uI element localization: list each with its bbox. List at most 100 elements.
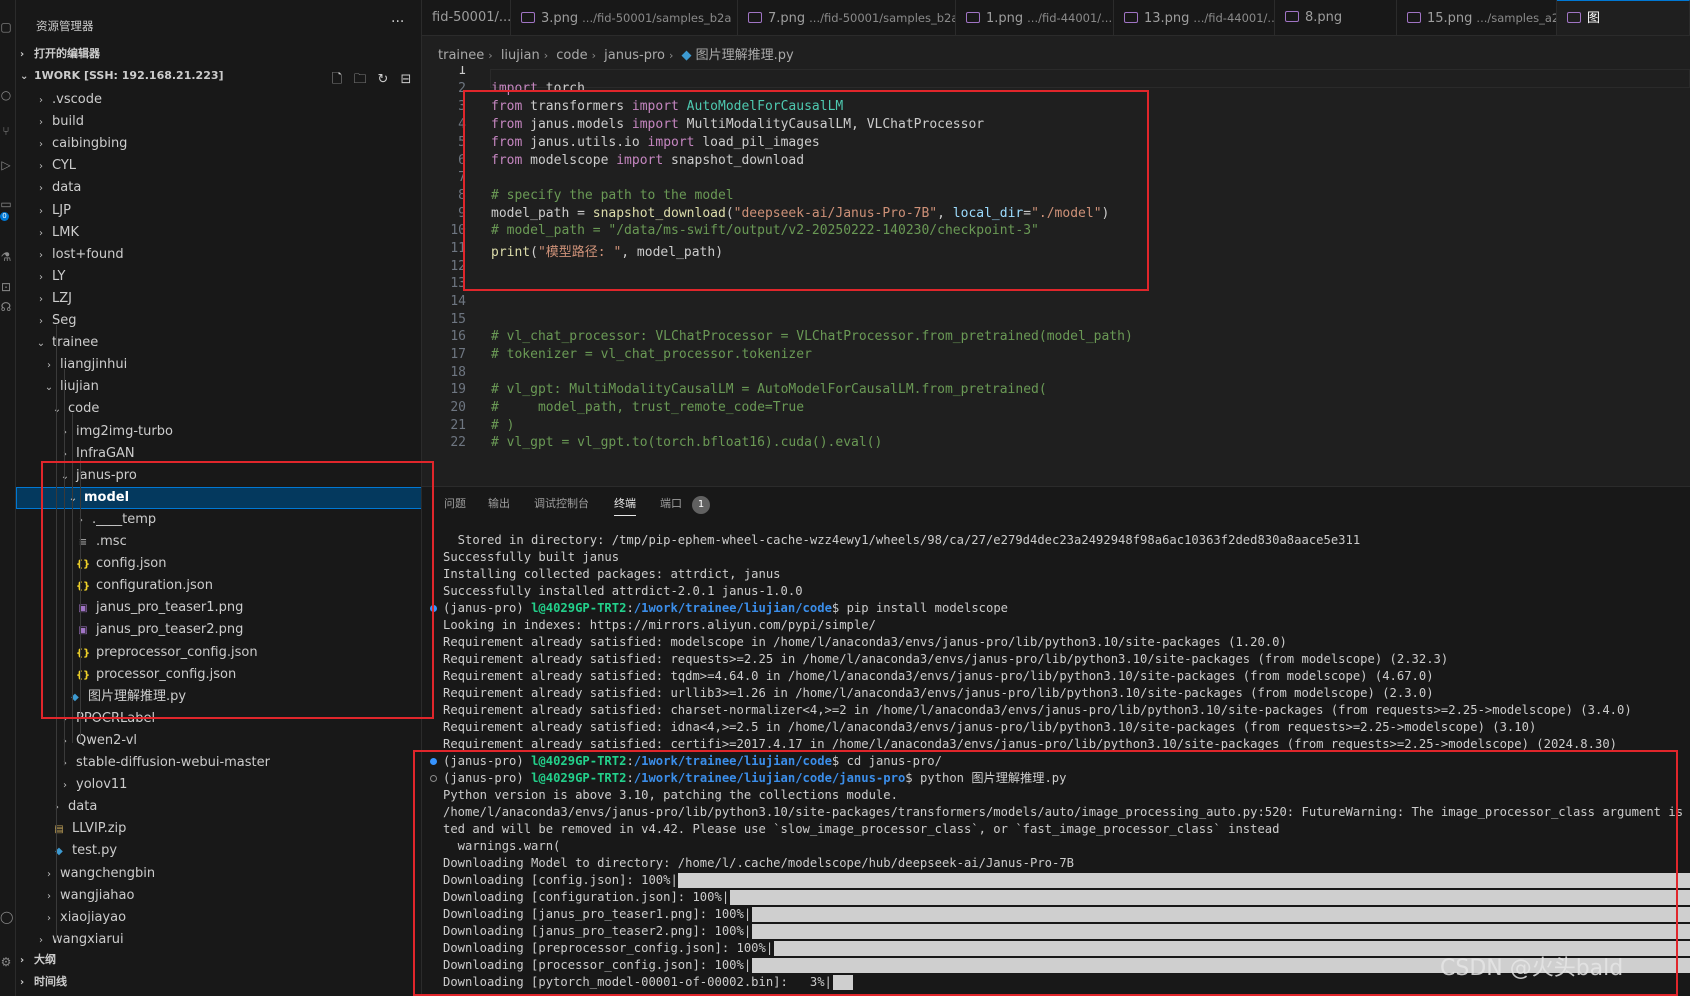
tab-output[interactable]: 输出 — [488, 495, 510, 511]
refresh-icon[interactable]: ↻ — [374, 72, 392, 87]
editor-tab[interactable]: 7.png .../fid-50001/samples_b2a — [738, 0, 956, 35]
indent-guide — [80, 457, 81, 743]
line-number: 16 — [450, 329, 466, 344]
breadcrumb-item[interactable]: code — [556, 48, 587, 63]
tree-folder[interactable]: › Seg — [16, 310, 421, 332]
tab-description: .../samples_a2b — [1476, 11, 1556, 25]
tree-folder[interactable]: › wangxiarui — [16, 929, 421, 951]
tree-folder[interactable]: › lost+found — [16, 244, 421, 266]
outline-section[interactable]: › 大纲 — [20, 950, 56, 970]
explorer-icon[interactable]: ▢ — [0, 20, 12, 34]
tree-folder[interactable]: ⌄model — [16, 486, 421, 509]
tree-item-label: .msc — [96, 534, 127, 549]
tree-folder[interactable]: › LJP — [16, 200, 421, 222]
tree-folder[interactable]: › wangchengbin — [16, 863, 421, 885]
open-editors-section[interactable]: › 打开的编辑器 — [20, 44, 100, 64]
breadcrumb-item[interactable]: janus-pro — [604, 48, 665, 63]
tree-item-label: data — [52, 180, 82, 196]
tree-folder[interactable]: › CYL — [16, 155, 421, 177]
tab-problems[interactable]: 问题 — [444, 495, 466, 511]
test-icon[interactable]: ⚗ — [0, 250, 12, 264]
tree-file[interactable]: ▤ LLVIP.zip — [16, 818, 421, 840]
account-icon[interactable]: ◯ — [0, 910, 13, 924]
tab-label: 7.png — [768, 11, 806, 26]
tree-folder[interactable]: › data — [16, 796, 421, 818]
editor-tab[interactable]: 13.png .../fid-44001/... — [1114, 0, 1275, 35]
breadcrumb-item[interactable]: trainee — [438, 48, 484, 63]
tree-file[interactable]: ▣ janus_pro_teaser1.png — [16, 597, 421, 619]
tab-description: .../fid-44001/... — [1193, 11, 1275, 25]
command-decoration-icon[interactable] — [430, 775, 437, 782]
breadcrumb-item[interactable]: 图片理解推理.py — [696, 48, 794, 63]
breadcrumb-item[interactable]: liujian — [501, 48, 540, 63]
source-control-icon[interactable]: ⑂ — [0, 124, 12, 138]
tree-file[interactable]: ◆ 图片理解推理.py — [16, 686, 421, 708]
tree-folder[interactable]: ⌄janus-pro — [16, 465, 421, 487]
search-icon[interactable]: ○ — [0, 88, 12, 102]
editor-tab[interactable]: fid-50001/... — [422, 0, 511, 35]
bottom-panel: 问题 输出 调试控制台 终端 端口 1 Stored in directory:… — [422, 486, 1690, 996]
tree-item-label: .vscode — [52, 92, 102, 107]
tree-item-label: LLVIP.zip — [72, 821, 127, 837]
editor-tab[interactable]: 15.png.../samples_a2b — [1397, 0, 1557, 35]
tree-file[interactable]: {} config.json — [16, 553, 421, 575]
tree-folder[interactable]: › wangjiahao — [16, 885, 421, 907]
tree-folder[interactable]: › .____temp — [16, 509, 421, 531]
editor-tab[interactable]: 图 — [1557, 0, 1690, 35]
tree-folder[interactable]: › PPOCRLabel — [16, 708, 421, 730]
tree-folder[interactable]: › img2img-turbo — [16, 421, 421, 443]
tree-folder[interactable]: › build — [16, 111, 421, 133]
tree-folder[interactable]: › LY — [16, 266, 421, 288]
tree-folder[interactable]: › InfraGAN — [16, 443, 421, 465]
tree-file[interactable]: {} preprocessor_config.json — [16, 642, 421, 664]
tree-folder[interactable]: › data — [16, 177, 421, 199]
timeline-section[interactable]: › 时间线 — [20, 972, 67, 992]
workspace-section[interactable]: ⌄ 1WORK [SSH: 192.168.21.223] — [20, 66, 224, 86]
chevron-right-icon: › — [55, 802, 59, 814]
command-decoration-icon[interactable] — [430, 605, 437, 612]
settings-gear-icon[interactable]: ⚙ — [0, 955, 12, 969]
code-editor[interactable]: 1 2 3 4 5 6 7 8 9 10 11 12 13 14 15 16 17 18 19 20 21 22 impo… — [422, 66, 1690, 486]
tab-terminal[interactable]: 终端 — [614, 495, 636, 516]
tree-folder[interactable]: › LZJ — [16, 288, 421, 310]
tree-folder[interactable]: › liangjinhui — [16, 354, 421, 376]
tree-file[interactable]: ◆ test.py — [16, 840, 421, 862]
tree-item-label: LZJ — [52, 290, 72, 306]
tab-ports[interactable]: 端口 — [660, 495, 682, 511]
editor-tab[interactable]: 1.png .../fid-44001/... — [956, 0, 1114, 35]
tab-label: fid-50001/... — [432, 10, 511, 25]
tree-file[interactable]: {} configuration.json — [16, 575, 421, 597]
run-debug-icon[interactable]: ▷ — [0, 158, 12, 172]
image-file-icon — [1124, 12, 1138, 23]
activity-bar: ▢ ○ ⑂ ▷ ▭ 0 ⚗ ⊡ ☊ ◯ ⚙ — [0, 0, 16, 996]
tree-folder[interactable]: ⌄code — [16, 398, 421, 420]
chevron-right-icon: › — [63, 758, 67, 769]
extension-icon[interactable]: ☊ — [0, 300, 12, 314]
chevron-down-icon: ⌄ — [20, 71, 29, 82]
tree-folder[interactable]: › Qwen2-vl — [16, 730, 421, 752]
tree-folder[interactable]: › caibingbing — [16, 133, 421, 155]
editor-tab[interactable]: 3.png .../fid-50001/samples_b2a — [511, 0, 738, 35]
tree-folder[interactable]: ⌄ trainee — [16, 332, 421, 354]
tree-folder[interactable]: ⌄ liujian — [16, 376, 421, 398]
tree-folder[interactable]: › yolov11 — [16, 774, 421, 796]
tree-file[interactable]: {} processor_config.json — [16, 664, 421, 686]
tree-folder[interactable]: › LMK — [16, 222, 421, 244]
tree-file[interactable]: ▣ janus_pro_teaser2.png — [16, 619, 421, 641]
download-label: Downloading [processor_config.json]: 100… — [443, 958, 752, 972]
chevron-right-icon: › — [20, 955, 25, 966]
tree-folder[interactable]: › .vscode — [16, 89, 421, 111]
download-progress-bar — [832, 975, 853, 990]
more-actions-icon[interactable]: ··· — [391, 14, 404, 30]
line-number: 6 — [458, 153, 466, 168]
command-decoration-icon[interactable] — [430, 758, 437, 765]
chevron-right-icon: › — [47, 890, 51, 902]
tab-debug-console[interactable]: 调试控制台 — [534, 495, 589, 511]
tree-file[interactable]: ≡ .msc — [16, 531, 421, 553]
tree-folder[interactable]: › stable-diffusion-webui-master — [16, 752, 421, 774]
docker-icon[interactable]: ⊡ — [0, 280, 12, 294]
remote-explorer-icon[interactable]: ▭ — [0, 197, 12, 211]
editor-tab[interactable]: 8.png — [1275, 0, 1397, 35]
tree-folder[interactable]: › xiaojiayao — [16, 907, 421, 929]
collapse-all-icon[interactable]: ⊟ — [397, 72, 415, 87]
